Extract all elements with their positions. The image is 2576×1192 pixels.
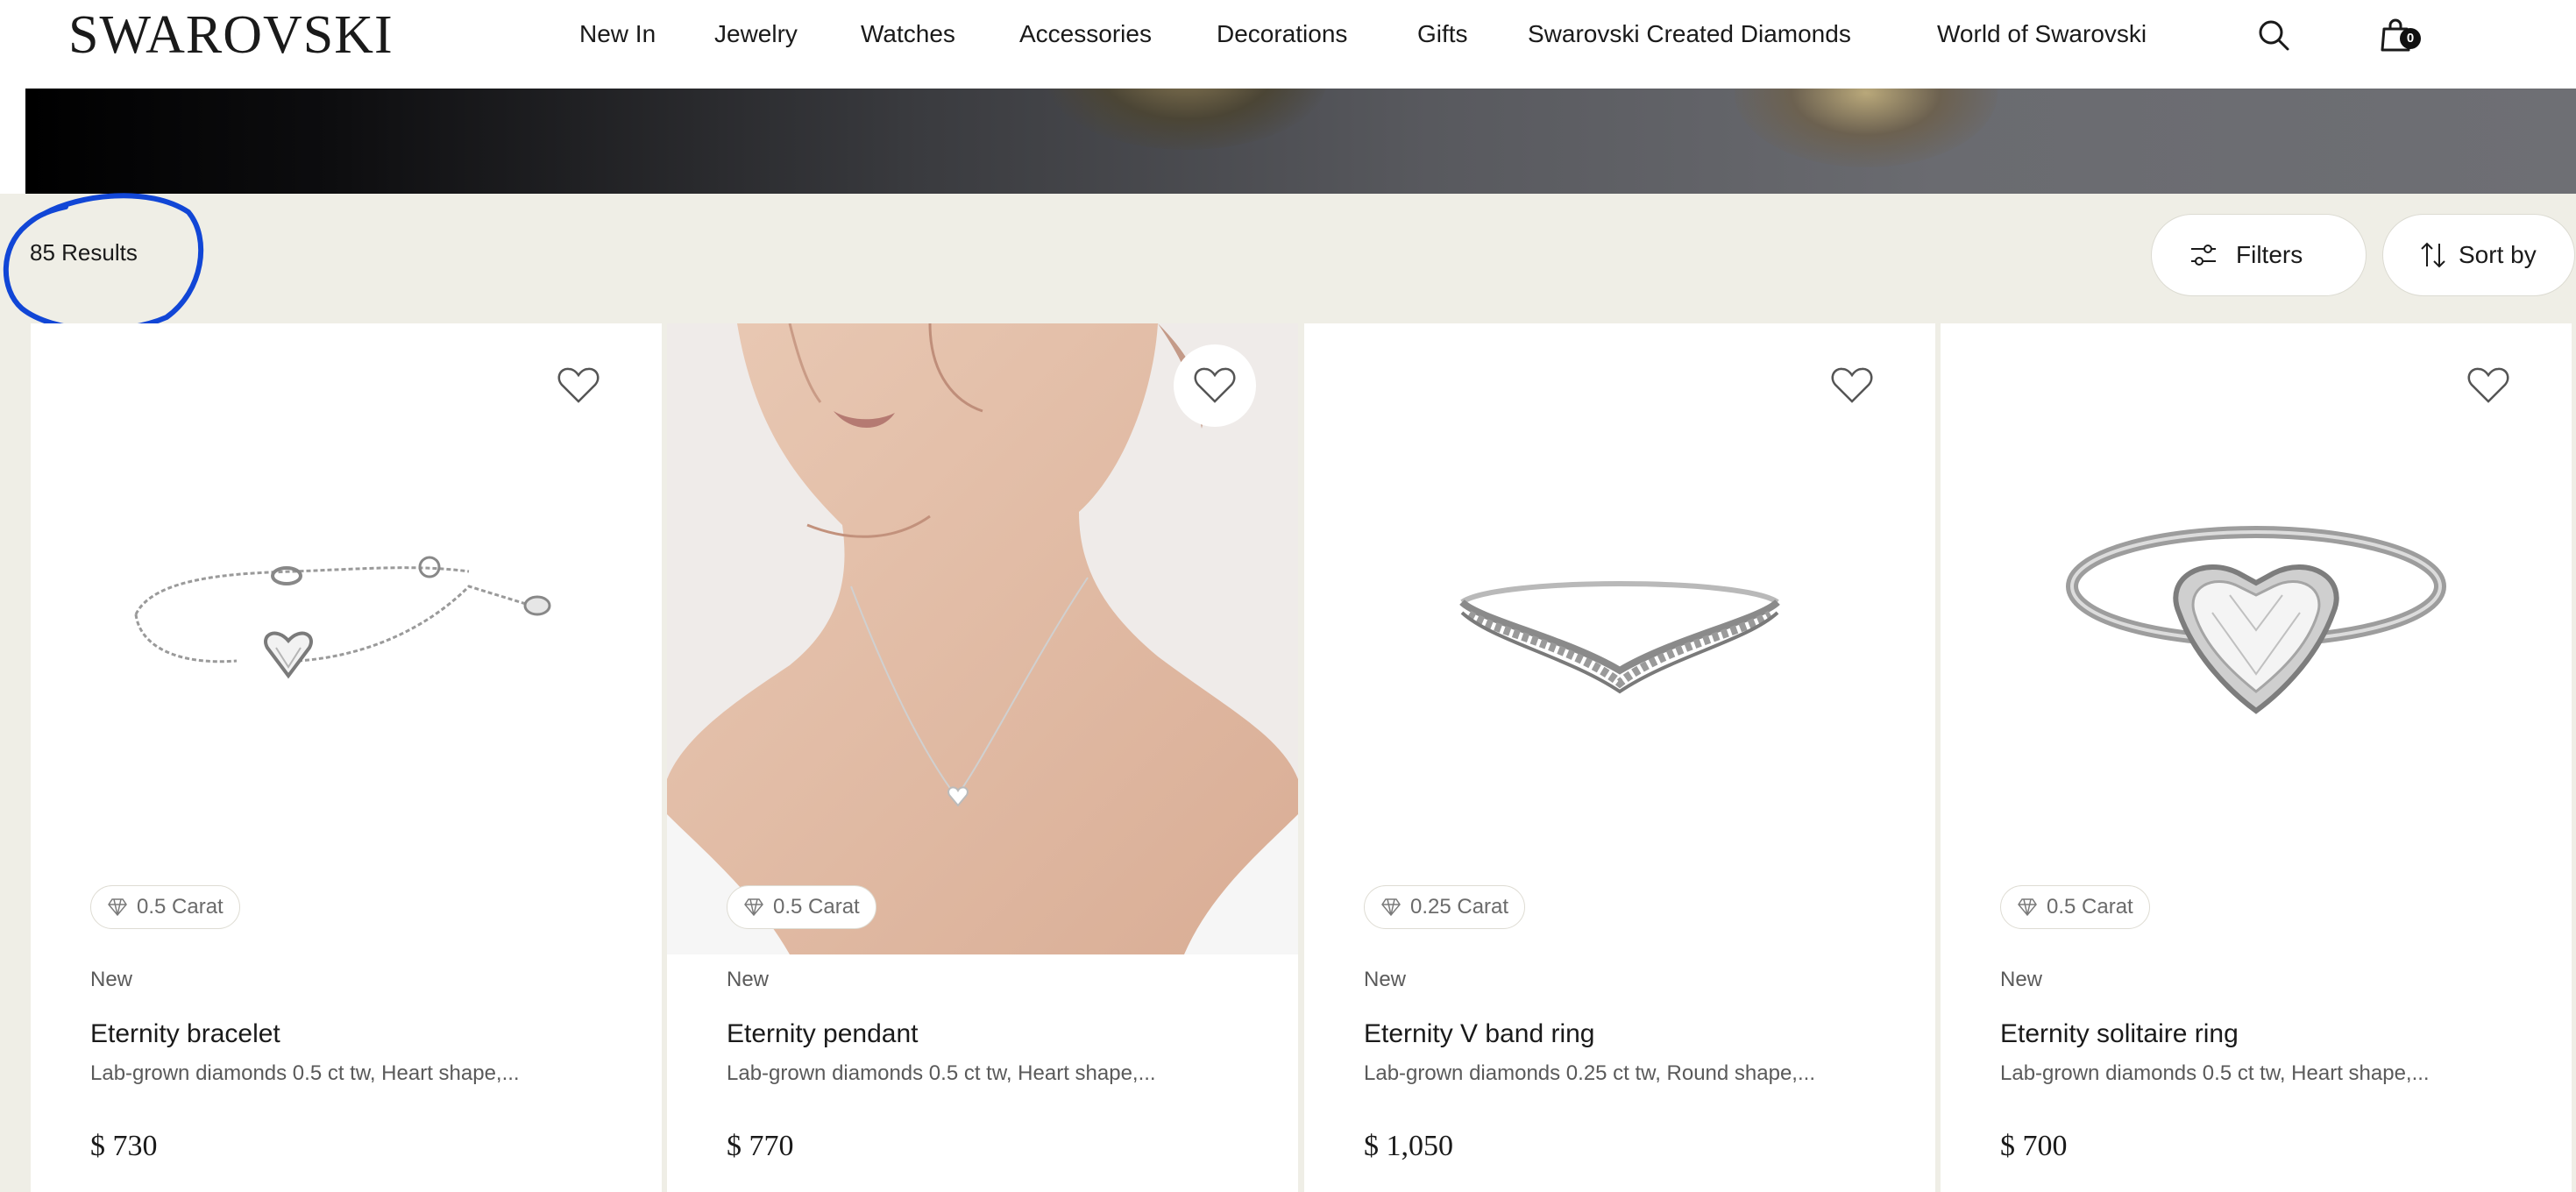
carat-label: 0.5 Carat xyxy=(137,895,224,919)
nav-accessories[interactable]: Accessories xyxy=(1019,16,1152,53)
hero-decoration xyxy=(1047,89,1327,150)
search-icon[interactable] xyxy=(2254,16,2293,54)
carat-label: 0.5 Carat xyxy=(773,895,860,919)
new-badge: New xyxy=(1364,968,1407,991)
wishlist-heart-button[interactable] xyxy=(1811,344,1893,427)
heart-outline-icon xyxy=(557,367,600,403)
wishlist-heart-button[interactable] xyxy=(537,344,620,427)
product-title[interactable]: Eternity V band ring xyxy=(1364,1017,1594,1052)
hero-banner[interactable] xyxy=(25,89,2576,194)
nav-gifts[interactable]: Gifts xyxy=(1417,16,1468,53)
filters-label: Filters xyxy=(2236,241,2303,268)
hero-decoration xyxy=(1735,89,1998,167)
diamond-icon xyxy=(2018,898,2037,917)
product-title[interactable]: Eternity bracelet xyxy=(90,1017,280,1052)
wishlist-heart-button[interactable] xyxy=(1174,344,1256,427)
sort-by-label: Sort by xyxy=(2459,241,2537,268)
wishlist-heart-button[interactable] xyxy=(2447,344,2530,427)
product-price: $ 700 xyxy=(2000,1130,2068,1162)
nav-world-of-swarovski[interactable]: World of Swarovski xyxy=(1937,16,2147,53)
product-description: Lab-grown diamonds 0.5 ct tw, Heart shap… xyxy=(727,1061,1156,1085)
new-badge: New xyxy=(727,968,770,991)
new-badge: New xyxy=(2000,968,2043,991)
site-header: SWAROVSKI New In Jewelry Watches Accesso… xyxy=(0,0,2576,89)
sort-arrows-icon xyxy=(2421,242,2445,268)
diamond-icon xyxy=(1381,898,1401,917)
circle-annotation xyxy=(3,193,204,333)
nav-new-in[interactable]: New In xyxy=(579,16,656,53)
carat-label: 0.5 Carat xyxy=(2047,895,2133,919)
product-description: Lab-grown diamonds 0.5 ct tw, Heart shap… xyxy=(90,1061,520,1085)
carat-badge: 0.5 Carat xyxy=(727,885,876,929)
product-price: $ 730 xyxy=(90,1130,158,1162)
diamond-icon xyxy=(744,898,763,917)
product-price: $ 1,050 xyxy=(1364,1130,1453,1162)
nav-swarovski-created-diamonds[interactable]: Swarovski Created Diamonds xyxy=(1528,16,1851,53)
cart-count-badge: 0 xyxy=(2400,28,2421,49)
carat-badge: 0.5 Carat xyxy=(90,885,240,929)
product-price: $ 770 xyxy=(727,1130,794,1162)
carat-badge: 0.25 Carat xyxy=(1364,885,1526,929)
nav-decorations[interactable]: Decorations xyxy=(1217,16,1347,53)
product-title[interactable]: Eternity solitaire ring xyxy=(2000,1017,2239,1052)
heart-outline-icon xyxy=(1831,367,1873,403)
new-badge: New xyxy=(90,968,133,991)
carat-label: 0.25 Carat xyxy=(1410,895,1509,919)
diamond-icon xyxy=(108,898,127,917)
swarovski-logo[interactable]: SWAROVSKI xyxy=(68,5,394,65)
product-title[interactable]: Eternity pendant xyxy=(727,1017,918,1052)
sort-by-button[interactable]: Sort by xyxy=(2382,214,2575,296)
carat-badge: 0.5 Carat xyxy=(2000,885,2150,929)
nav-jewelry[interactable]: Jewelry xyxy=(714,16,798,53)
filters-button[interactable]: Filters xyxy=(2151,214,2367,296)
heart-outline-icon xyxy=(1194,367,1236,403)
heart-outline-icon xyxy=(2467,367,2509,403)
nav-watches[interactable]: Watches xyxy=(861,16,955,53)
product-description: Lab-grown diamonds 0.5 ct tw, Heart shap… xyxy=(2000,1061,2430,1085)
product-description: Lab-grown diamonds 0.25 ct tw, Round sha… xyxy=(1364,1061,1815,1085)
filters-icon xyxy=(2191,245,2216,266)
